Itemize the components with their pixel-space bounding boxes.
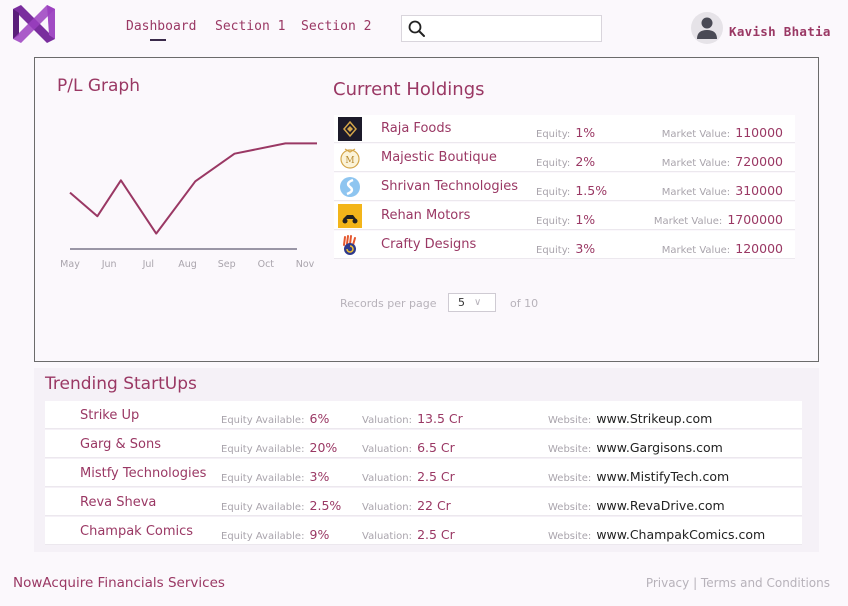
x-tick-label: Sep [218,259,236,270]
startup-website-link[interactable]: www.RevaDrive.com [596,498,724,513]
records-per-page-label: Records per page [340,297,437,310]
startup-row[interactable]: Mistfy Technologies Equity Available: 3%… [45,459,802,487]
holding-row[interactable]: Crafty Designs Equity: 3% Market Value: … [334,231,795,259]
x-tick-label: Jun [101,259,117,270]
startup-row[interactable]: Champak Comics Equity Available: 9% Valu… [45,517,802,545]
startup-equity: Equity Available: 9% [221,527,330,542]
holdings-title: Current Holdings [333,79,485,100]
holding-row[interactable]: Shrivan Technologies Equity: 1.5% Market… [334,173,795,201]
holding-equity: Equity: 2% [536,154,596,169]
trending-startups-panel: Trending StartUps Strike Up Equity Avail… [34,368,819,552]
startup-website: Website: www.ChampakComics.com [548,527,766,542]
holding-row[interactable]: M Majestic Boutique Equity: 2% Market Va… [334,144,795,172]
holding-name[interactable]: Shrivan Technologies [381,179,518,194]
startup-website-link[interactable]: www.Strikeup.com [596,411,712,426]
records-total: of 10 [510,297,539,310]
holding-market-value: Market Value: 310000 [661,183,783,198]
startup-row[interactable]: Strike Up Equity Available: 6% Valuation… [45,401,802,429]
startup-valuation: Valuation: 2.5 Cr [362,469,455,484]
startup-name[interactable]: Strike Up [80,408,139,423]
startup-equity: Equity Available: 3% [221,469,330,484]
startup-valuation: Valuation: 2.5 Cr [362,527,455,542]
footer: NowAcquire Financials Services Privacy |… [0,558,848,606]
holding-market-value: Market Value: 720000 [661,154,783,169]
startup-website-link[interactable]: www.Gargisons.com [596,440,722,455]
pl-line-chart: May Jun Jul Aug Sep Oct Nov [60,142,317,270]
holding-name[interactable]: Majestic Boutique [381,150,497,165]
hand-swirl-icon [338,233,362,257]
trending-title: Trending StartUps [45,374,197,394]
startup-website: Website: www.RevaDrive.com [548,498,725,513]
holding-row[interactable]: Rehan Motors Equity: 1% Market Value: 17… [334,202,795,230]
startup-name[interactable]: Champak Comics [80,524,193,539]
startup-row[interactable]: Reva Sheva Equity Available: 2.5% Valuat… [45,488,802,516]
diamond-crown-icon [338,117,362,141]
nav-section-1[interactable]: Section 1 [215,19,285,34]
records-per-page-select[interactable]: 5 ∨ [448,293,496,312]
x-tick-label: Jul [142,259,154,270]
holding-row[interactable]: Raja Foods Equity: 1% Market Value: 1100… [334,115,795,143]
holding-equity: Equity: 1.5% [536,183,608,198]
x-tick-label: Nov [296,259,315,270]
startup-valuation: Valuation: 22 Cr [362,498,451,513]
pl-series-line [69,142,317,235]
x-tick-label: Oct [258,259,275,270]
holding-market-value: Market Value: 1700000 [653,212,783,227]
startup-valuation: Valuation: 6.5 Cr [362,440,455,455]
startup-equity: Equity Available: 20% [221,440,338,455]
startup-website-link[interactable]: www.MistifyTech.com [596,469,729,484]
m-crest-icon: M [338,146,362,170]
nav-active-indicator [150,39,166,41]
scooter-icon [338,204,362,228]
top-nav-bar: Dashboard Section 1 Section 2 Kavish Bha… [0,0,848,50]
startup-row[interactable]: Garg & Sons Equity Available: 20% Valuat… [45,430,802,458]
startup-name[interactable]: Garg & Sons [80,437,161,452]
holding-equity: Equity: 1% [536,125,596,140]
startup-name[interactable]: Reva Sheva [80,495,156,510]
holding-market-value: Market Value: 120000 [661,241,783,256]
app-logo-icon[interactable] [11,3,57,45]
footer-links[interactable]: Privacy | Terms and Conditions [646,576,830,590]
startup-equity: Equity Available: 6% [221,411,330,426]
user-avatar-icon[interactable] [691,12,723,44]
holding-equity: Equity: 3% [536,241,596,256]
startup-valuation: Valuation: 13.5 Cr [362,411,463,426]
startup-website-link[interactable]: www.ChampakComics.com [596,527,765,542]
records-per-page-value: 5 [458,296,465,309]
holding-equity: Equity: 1% [536,212,596,227]
chevron-down-icon: ∨ [474,297,482,308]
pl-graph-title: P/L Graph [57,76,140,96]
startup-equity: Equity Available: 2.5% [221,498,342,513]
holding-name[interactable]: Rehan Motors [381,208,470,223]
search-input[interactable] [401,15,602,42]
holding-market-value: Market Value: 110000 [661,125,783,140]
x-tick-label: May [60,259,80,270]
blue-swirl-icon [338,175,362,199]
startup-website: Website: www.MistifyTech.com [548,469,730,484]
startup-website: Website: www.Gargisons.com [548,440,723,455]
holding-name[interactable]: Raja Foods [381,121,451,136]
x-tick-label: Aug [178,259,197,270]
startup-name[interactable]: Mistfy Technologies [80,466,206,481]
footer-brand: NowAcquire Financials Services [13,575,225,591]
nav-section-2[interactable]: Section 2 [301,19,371,34]
svg-text:M: M [345,156,354,166]
holding-name[interactable]: Crafty Designs [381,237,476,252]
nav-dashboard[interactable]: Dashboard [126,19,196,34]
search-icon[interactable] [407,19,427,39]
startup-website: Website: www.Strikeup.com [548,411,713,426]
dashboard-panel: P/L Graph May Jun Jul Aug Sep Oct Nov Current … [34,57,819,362]
user-name[interactable]: Kavish Bhatia [729,24,831,39]
